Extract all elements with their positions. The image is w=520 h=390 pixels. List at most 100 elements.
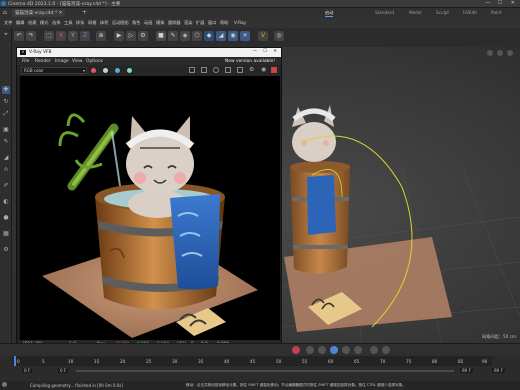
settings-icon[interactable]: ⚙: [2, 246, 10, 254]
minimize-icon[interactable]: —: [485, 0, 490, 6]
new-tab-icon[interactable]: +: [82, 9, 87, 16]
view-navigation[interactable]: [487, 50, 513, 56]
menu-tools[interactable]: 工具: [64, 20, 72, 26]
vfb-menu-options[interactable]: Options: [86, 59, 103, 64]
menu-select[interactable]: 选择: [52, 20, 60, 26]
timeline-marker[interactable]: [14, 356, 16, 366]
pen-icon[interactable]: ✎: [2, 138, 10, 146]
menu-spline[interactable]: 样条: [76, 20, 84, 26]
next-frame-icon[interactable]: [342, 346, 350, 354]
menu-file[interactable]: 文件: [4, 20, 12, 26]
version-notice[interactable]: New version available!: [225, 59, 275, 64]
settings-gear-icon[interactable]: ⚙: [249, 66, 254, 73]
cube-icon[interactable]: ▣: [2, 126, 10, 134]
blue-channel-icon[interactable]: [115, 68, 120, 73]
menu-character[interactable]: 角色: [132, 20, 140, 26]
start-frame-field[interactable]: 0 F: [58, 368, 69, 373]
subdivision-icon[interactable]: ◈: [180, 31, 190, 41]
scale-icon[interactable]: ⤢: [2, 110, 10, 118]
clear-image-icon[interactable]: [237, 67, 243, 73]
vfb-maximize-icon[interactable]: ☐: [263, 49, 267, 54]
menu-mograph[interactable]: 运动图形: [112, 20, 129, 26]
menu-window[interactable]: 窗口: [208, 20, 216, 26]
redo-icon[interactable]: ↷: [26, 31, 36, 41]
vfb-menu-image[interactable]: Image: [55, 59, 69, 64]
end-frame-field[interactable]: 90 F: [460, 368, 474, 373]
magnet-icon[interactable]: ∩: [2, 166, 10, 174]
render-icon[interactable]: ◉: [261, 66, 266, 73]
render-picture-icon[interactable]: ▷: [126, 31, 136, 41]
home-icon[interactable]: ⌂: [3, 9, 7, 16]
sculpt-icon[interactable]: ●: [2, 214, 10, 222]
render-settings-icon[interactable]: ⚙: [138, 31, 148, 41]
vfb-close-icon[interactable]: ✕: [273, 49, 277, 54]
light-icon[interactable]: ☀: [240, 31, 250, 41]
layout-paint[interactable]: Paint: [491, 10, 501, 15]
close-tab-icon[interactable]: ✕: [59, 11, 63, 16]
deformer-icon[interactable]: ◆: [204, 31, 214, 41]
undo-icon[interactable]: ↶: [14, 31, 24, 41]
layout-standard[interactable]: Standard: [375, 10, 394, 15]
rotate-icon[interactable]: ↻: [2, 98, 10, 106]
vfb-minimize-icon[interactable]: —: [253, 49, 257, 54]
floor-icon[interactable]: ◢: [216, 31, 226, 41]
stop-render-icon[interactable]: [271, 67, 277, 73]
alpha-channel-icon[interactable]: [127, 68, 132, 73]
keyframe-icon[interactable]: [370, 346, 378, 354]
close-icon[interactable]: ✕: [511, 0, 515, 6]
layout-active[interactable]: 启动: [325, 10, 334, 17]
brush-icon[interactable]: ✐: [2, 182, 10, 190]
autokey-icon[interactable]: [382, 346, 390, 354]
document-tab[interactable]: 猫猫泡澡-vray.c4d * ✕: [12, 9, 66, 17]
record-icon[interactable]: [292, 346, 300, 354]
save-image-icon[interactable]: [189, 67, 195, 73]
current-frame-field[interactable]: 0 F: [22, 368, 33, 373]
move-icon[interactable]: ✛: [2, 86, 10, 94]
knife-icon[interactable]: ◢: [2, 154, 10, 162]
go-start-icon[interactable]: [306, 346, 314, 354]
menu-vray[interactable]: V-Ray: [234, 20, 246, 25]
render-image[interactable]: [20, 76, 280, 340]
menu-extensions[interactable]: 扩展: [196, 20, 204, 26]
snap-icon[interactable]: ◎: [274, 31, 284, 41]
green-channel-icon[interactable]: [103, 68, 108, 73]
camera-icon[interactable]: ◉: [228, 31, 238, 41]
menu-tracker[interactable]: 跟踪器: [168, 20, 181, 26]
vfb-menu-render[interactable]: Render: [35, 59, 51, 64]
vfb-menu-view[interactable]: View: [72, 59, 82, 64]
layout-model[interactable]: Model: [409, 10, 422, 15]
compare-icon[interactable]: [225, 67, 231, 73]
go-end-icon[interactable]: [354, 346, 362, 354]
vray-icon[interactable]: V: [258, 31, 268, 41]
grid-icon[interactable]: ▦: [2, 230, 10, 238]
play-icon[interactable]: [330, 346, 338, 354]
paint-icon[interactable]: ◐: [2, 198, 10, 206]
maximize-icon[interactable]: ☐: [498, 0, 502, 6]
vray-frame-buffer[interactable]: V V-Ray VFB — ☐ ✕ File Render Image View…: [16, 47, 282, 347]
timeline-ruler[interactable]: 0 5 10 15 20 25 30 35 40 45 50 55 60 65 …: [12, 356, 492, 366]
max-frame-field[interactable]: 90 F: [492, 368, 506, 373]
menu-volume[interactable]: 体积: [100, 20, 108, 26]
select-icon[interactable]: ⌖: [2, 31, 10, 39]
menu-simulate[interactable]: 模拟: [156, 20, 164, 26]
mograph-icon[interactable]: ⬡: [192, 31, 202, 41]
red-channel-icon[interactable]: [91, 68, 96, 73]
pen-tool-icon[interactable]: ✎: [168, 31, 178, 41]
menu-mode[interactable]: 模式: [40, 20, 48, 26]
coord-system-icon[interactable]: ⊕: [96, 31, 106, 41]
x-axis-icon[interactable]: X: [56, 31, 66, 41]
menu-render[interactable]: 渲染: [184, 20, 192, 26]
range-slider[interactable]: [76, 370, 454, 372]
prev-frame-icon[interactable]: [318, 346, 326, 354]
y-axis-icon[interactable]: Y: [68, 31, 78, 41]
live-select-icon[interactable]: ⬚: [44, 31, 54, 41]
menu-animate[interactable]: 动画: [144, 20, 152, 26]
menu-edit[interactable]: 编辑: [16, 20, 24, 26]
vfb-menu-file[interactable]: File: [22, 59, 29, 64]
channel-select[interactable]: RGB color ▾: [21, 67, 87, 74]
menu-mesh[interactable]: 网格: [88, 20, 96, 26]
render-view-icon[interactable]: ▶: [114, 31, 124, 41]
menu-help[interactable]: 帮助: [220, 20, 228, 26]
z-axis-icon[interactable]: Z: [80, 31, 90, 41]
region-render-icon[interactable]: [201, 67, 207, 73]
